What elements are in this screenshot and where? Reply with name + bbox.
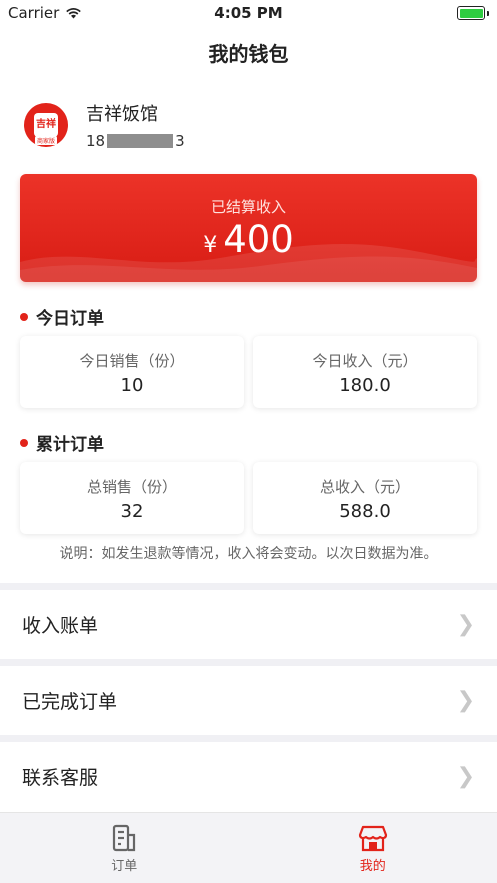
menu-label: 联系客服 — [22, 766, 99, 789]
menu-income-bill[interactable]: 收入账单 ❯ — [0, 590, 497, 658]
total-sales-card: 总销售（份） 32 — [20, 462, 244, 534]
tab-bar: 订单 我的 — [0, 812, 497, 883]
menu-label: 已完成订单 — [22, 690, 118, 713]
currency-symbol: ¥ — [203, 233, 218, 258]
orders-icon — [113, 824, 136, 852]
income-note: 说明：如发生退款等情况，收入将会变动。以次日数据为准。 — [59, 546, 438, 562]
chevron-right-icon: ❯ — [456, 611, 475, 637]
divider — [0, 583, 497, 590]
status-time: 4:05 PM — [214, 4, 283, 22]
today-sales-card: 今日销售（份） 10 — [20, 336, 244, 408]
total-income-label: 总收入（元） — [319, 478, 410, 496]
tab-label: 我的 — [359, 859, 386, 874]
shop-phone: 18 3 — [86, 132, 185, 150]
today-sales-label: 今日销售（份） — [79, 352, 185, 370]
today-title: 今日订单 — [36, 309, 104, 329]
total-income-card: 总收入（元） 588.0 — [253, 462, 477, 534]
menu-label: 收入账单 — [22, 614, 99, 637]
chevron-right-icon: ❯ — [456, 763, 475, 789]
bullet-dot — [20, 438, 28, 447]
total-sales-value: 32 — [120, 501, 144, 522]
income-label: 已结算收入 — [210, 198, 286, 216]
today-income-label: 今日收入（元） — [312, 352, 418, 370]
today-income-card: 今日收入（元） 180.0 — [253, 336, 477, 408]
bullet-dot — [20, 312, 28, 321]
phone-prefix: 18 — [86, 132, 106, 150]
phone-mask — [107, 134, 174, 148]
shop-name: 吉祥饭馆 — [86, 104, 158, 125]
total-section-title: 累计订单 — [20, 430, 104, 455]
menu-contact-support[interactable]: 联系客服 ❯ — [0, 742, 497, 810]
avatar-tag: 商家版 — [34, 136, 58, 145]
phone-suffix: 3 — [175, 132, 185, 150]
menu-completed-orders[interactable]: 已完成订单 ❯ — [0, 666, 497, 734]
today-income-value: 180.0 — [339, 375, 391, 396]
divider — [0, 659, 497, 666]
avatar: 吉祥 商家版 — [24, 103, 68, 147]
avatar-logo: 吉祥 — [34, 113, 58, 137]
income-value: 400 — [223, 218, 294, 261]
total-sales-label: 总销售（份） — [86, 478, 177, 496]
settled-income-card: 已结算收入 ¥400 — [20, 174, 477, 282]
page-title: 我的钱包 — [208, 42, 289, 66]
total-income-value: 588.0 — [339, 501, 391, 522]
tab-label: 订单 — [111, 859, 138, 874]
tab-mine[interactable]: 我的 — [249, 813, 497, 883]
income-amount: ¥400 — [20, 218, 477, 261]
shop-icon — [358, 825, 387, 852]
profile-header: 吉祥 商家版 吉祥饭馆 18 3 — [24, 100, 185, 150]
total-title: 累计订单 — [36, 435, 104, 455]
tab-orders[interactable]: 订单 — [0, 813, 249, 883]
today-section-title: 今日订单 — [20, 304, 104, 329]
today-sales-value: 10 — [120, 375, 144, 396]
chevron-right-icon: ❯ — [456, 687, 475, 713]
status-bar: Carrier 4:05 PM — [0, 0, 497, 26]
divider — [0, 735, 497, 742]
